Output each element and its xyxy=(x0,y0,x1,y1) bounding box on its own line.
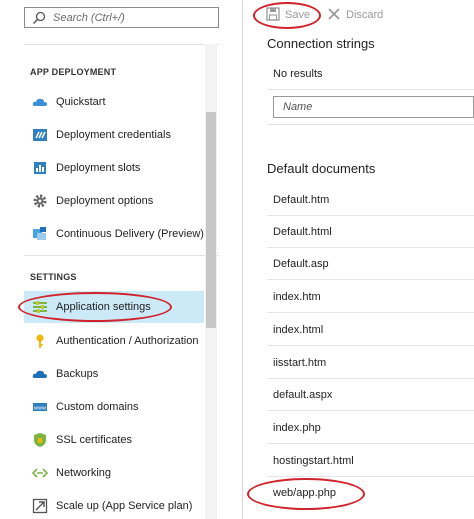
default-document-name: Default.asp xyxy=(273,258,329,270)
menu-item-label: Networking xyxy=(56,467,112,479)
menu-item-label: Deployment credentials xyxy=(56,129,171,141)
menu-scrollbar-thumb[interactable] xyxy=(206,112,216,328)
menu-item-backups[interactable]: Backups xyxy=(24,358,204,390)
menu-item-application-settings[interactable]: Application settings xyxy=(24,291,204,323)
default-document-name: index.htm xyxy=(273,291,321,303)
section-header-app-deployment: APP DEPLOYMENT xyxy=(30,67,117,77)
networking-icon xyxy=(32,468,48,478)
connection-strings-empty-row: No results xyxy=(267,58,474,90)
default-document-row[interactable]: default.aspx xyxy=(267,379,474,411)
default-document-name: default.aspx xyxy=(273,389,333,401)
menu-item-deployment-slots[interactable]: Deployment slots xyxy=(24,152,204,184)
delivery-icon xyxy=(33,227,46,240)
default-document-row[interactable]: Default.htm xyxy=(267,184,474,216)
close-icon xyxy=(328,8,340,20)
default-documents-title: Default documents xyxy=(267,161,376,176)
save-label: Save xyxy=(285,9,311,21)
blade-divider xyxy=(242,0,243,519)
default-document-name: index.php xyxy=(273,422,321,434)
default-document-name: Default.html xyxy=(273,226,332,238)
menu-item-scale-up[interactable]: Scale up (App Service plan) xyxy=(24,490,204,519)
cloud-backup-icon xyxy=(32,370,47,378)
default-document-name: Default.htm xyxy=(273,194,330,206)
default-document-name: web/app.php xyxy=(273,487,336,499)
gear-icon xyxy=(33,194,47,208)
default-document-row[interactable]: iisstart.htm xyxy=(267,347,474,379)
shield-icon xyxy=(34,433,46,447)
menu-item-label: Scale up (App Service plan) xyxy=(56,500,193,512)
menu-item-label: Custom domains xyxy=(56,401,139,413)
menu-item-label: Deployment options xyxy=(56,195,154,207)
discard-button[interactable]: Discard xyxy=(327,6,397,24)
default-document-name: iisstart.htm xyxy=(273,357,327,369)
menu-item-label: Quickstart xyxy=(56,96,106,108)
menu-item-custom-domains[interactable]: www Custom domains xyxy=(24,391,204,423)
cloud-icon xyxy=(32,98,47,106)
svg-text:www: www xyxy=(34,406,46,412)
divider xyxy=(24,44,219,45)
no-results-text: No results xyxy=(273,68,323,80)
save-button[interactable]: Save xyxy=(266,6,314,24)
default-document-name: hostingstart.html xyxy=(273,455,354,467)
domains-icon: www xyxy=(33,403,47,412)
credentials-icon xyxy=(33,129,47,141)
menu-item-label: SSL certificates xyxy=(56,434,133,446)
connection-strings-title: Connection strings xyxy=(267,36,375,51)
connection-string-name-input[interactable]: Name xyxy=(273,96,474,118)
divider xyxy=(267,124,474,125)
menu-item-authentication[interactable]: Authentication / Authorization xyxy=(24,325,204,357)
app-settings-icon xyxy=(33,301,47,313)
search-icon xyxy=(32,11,46,25)
menu-item-quickstart[interactable]: Quickstart xyxy=(24,86,204,118)
menu-item-label: Continuous Delivery (Preview) xyxy=(56,228,204,240)
search-input[interactable]: Search (Ctrl+/) xyxy=(24,7,219,28)
default-document-row[interactable]: Default.asp xyxy=(267,248,474,280)
default-document-row[interactable]: hostingstart.html xyxy=(267,445,474,477)
default-document-row[interactable]: Default.html xyxy=(267,216,474,248)
default-document-row[interactable]: index.php xyxy=(267,412,474,444)
menu-item-label: Application settings xyxy=(56,301,151,313)
menu-item-deployment-credentials[interactable]: Deployment credentials xyxy=(24,119,204,151)
discard-label: Discard xyxy=(346,9,384,21)
key-icon xyxy=(36,334,44,348)
scale-up-icon xyxy=(32,498,48,514)
section-header-settings: SETTINGS xyxy=(30,272,77,282)
menu-item-label: Authentication / Authorization xyxy=(56,335,199,347)
slots-icon xyxy=(34,162,46,174)
search-placeholder: Search (Ctrl+/) xyxy=(53,12,125,24)
settings-menu-blade: Search (Ctrl+/) APP DEPLOYMENT Quickstar… xyxy=(0,0,219,519)
divider xyxy=(24,255,219,256)
default-document-row[interactable]: index.htm xyxy=(267,281,474,313)
menu-item-deployment-options[interactable]: Deployment options xyxy=(24,185,204,217)
menu-item-label: Backups xyxy=(56,368,99,380)
default-document-row[interactable]: index.html xyxy=(267,314,474,346)
menu-item-continuous-delivery[interactable]: Continuous Delivery (Preview) xyxy=(24,218,204,250)
menu-item-networking[interactable]: Networking xyxy=(24,457,204,489)
menu-item-label: Deployment slots xyxy=(56,162,141,174)
name-placeholder: Name xyxy=(283,101,313,113)
command-bar: Save Discard xyxy=(243,0,474,30)
default-document-row[interactable]: web/app.php xyxy=(267,477,474,509)
default-document-name: index.html xyxy=(273,324,324,336)
save-icon xyxy=(266,7,280,21)
menu-item-ssl-certificates[interactable]: SSL certificates xyxy=(24,424,204,456)
